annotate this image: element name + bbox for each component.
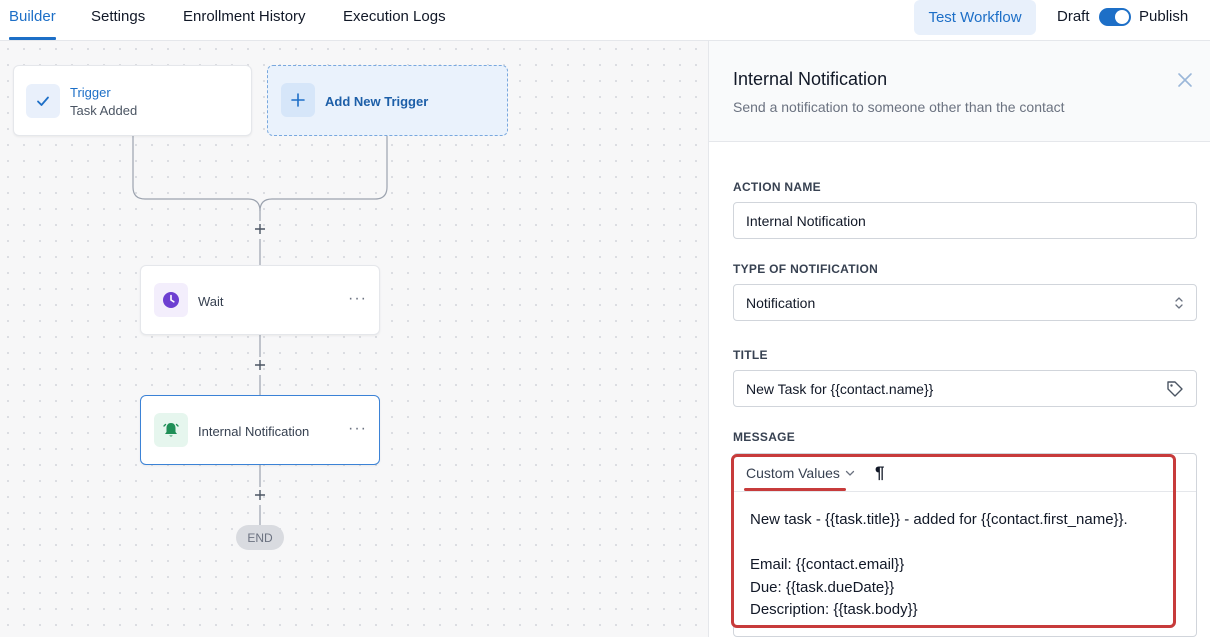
panel-header: Internal Notification Send a notificatio… xyxy=(709,41,1210,142)
top-navigation: Builder Settings Enrollment History Exec… xyxy=(0,0,1210,41)
tab-builder[interactable]: Builder xyxy=(9,8,56,25)
draft-label: Draft xyxy=(1057,8,1090,25)
test-workflow-button[interactable]: Test Workflow xyxy=(914,0,1036,35)
end-marker: END xyxy=(236,525,284,550)
notification-type-select[interactable]: Notification xyxy=(733,284,1197,321)
clock-icon xyxy=(154,283,188,317)
message-body[interactable]: New task - {{task.title}} - added for {{… xyxy=(750,509,1180,622)
add-step-plus-3[interactable] xyxy=(252,487,268,503)
title-value: New Task for {{contact.name}} xyxy=(746,380,934,397)
internal-notification-node[interactable]: Internal Notification ··· xyxy=(140,395,380,465)
message-line xyxy=(750,532,1180,555)
check-icon xyxy=(26,84,60,118)
wait-label: Wait xyxy=(198,294,224,309)
panel-subtitle: Send a notification to someone other tha… xyxy=(733,99,1065,115)
plus-icon xyxy=(255,360,265,370)
toggle-knob xyxy=(1115,10,1129,24)
plus-icon xyxy=(281,83,315,117)
add-new-trigger-label: Add New Trigger xyxy=(325,94,429,109)
close-icon[interactable] xyxy=(1176,71,1194,89)
add-step-plus-1[interactable] xyxy=(252,221,268,237)
action-name-label: ACTION NAME xyxy=(733,180,821,194)
message-label: MESSAGE xyxy=(733,430,796,444)
wait-node[interactable]: Wait ··· xyxy=(140,265,380,335)
message-toolbar: Custom Values ¶ xyxy=(734,454,1196,492)
title-input[interactable]: New Task for {{contact.name}} xyxy=(733,370,1197,407)
add-step-plus-2[interactable] xyxy=(252,357,268,373)
plus-icon xyxy=(255,490,265,500)
custom-values-dropdown[interactable]: Custom Values xyxy=(746,465,856,481)
panel-title: Internal Notification xyxy=(733,69,888,89)
notification-type-value: Notification xyxy=(746,294,816,311)
trigger-subtitle: Task Added xyxy=(70,103,138,118)
bell-icon xyxy=(154,413,188,447)
tag-icon[interactable] xyxy=(1166,380,1184,398)
action-settings-panel: Internal Notification Send a notificatio… xyxy=(708,41,1210,637)
tab-execution-logs[interactable]: Execution Logs xyxy=(343,8,446,25)
publish-label: Publish xyxy=(1139,8,1189,25)
select-arrows-icon xyxy=(1175,297,1183,309)
message-line: Description: {{task.body}} xyxy=(750,601,918,618)
message-line: Email: {{contact.email}} xyxy=(750,556,905,573)
chevron-down-icon xyxy=(845,470,855,476)
publish-toggle[interactable] xyxy=(1099,8,1131,26)
notification-type-label: TYPE OF NOTIFICATION xyxy=(733,262,879,276)
workflow-canvas[interactable]: Trigger Task Added Add New Trigger Wait … xyxy=(0,41,708,637)
custom-values-label: Custom Values xyxy=(746,465,840,481)
paragraph-icon[interactable]: ¶ xyxy=(875,463,884,483)
plus-icon xyxy=(255,224,265,234)
more-options-icon[interactable]: ··· xyxy=(348,290,367,308)
add-new-trigger-button[interactable]: Add New Trigger xyxy=(267,65,508,136)
trigger-node[interactable]: Trigger Task Added xyxy=(13,65,252,136)
message-line: Due: {{task.dueDate}} xyxy=(750,578,895,596)
message-editor[interactable]: Custom Values ¶ New task - {{task.title}… xyxy=(733,453,1197,637)
active-tab-indicator xyxy=(9,37,56,40)
internal-notification-label: Internal Notification xyxy=(198,424,310,439)
tab-settings[interactable]: Settings xyxy=(91,8,145,25)
trigger-title: Trigger xyxy=(70,85,111,100)
message-line: New task - {{task.title}} - added for {{… xyxy=(750,511,1128,528)
action-name-input[interactable]: Internal Notification xyxy=(733,202,1197,239)
title-label: TITLE xyxy=(733,348,768,362)
more-options-icon[interactable]: ··· xyxy=(348,420,367,438)
tab-enrollment-history[interactable]: Enrollment History xyxy=(183,8,306,25)
